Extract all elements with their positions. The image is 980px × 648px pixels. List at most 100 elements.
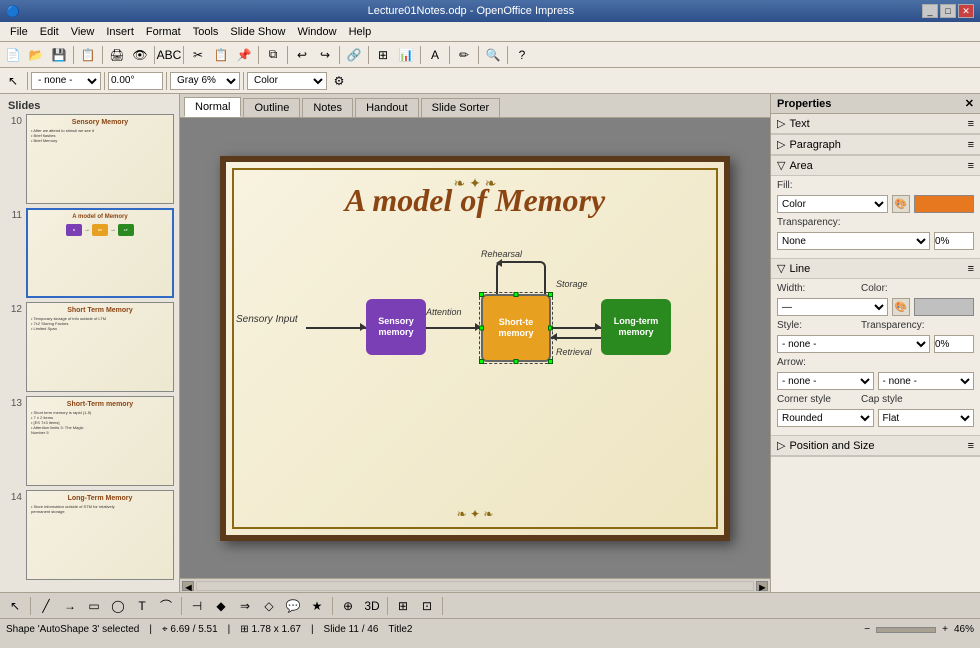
menu-window[interactable]: Window [291,24,342,40]
slide-preview-14[interactable]: Long-Term Memory • Store information out… [26,490,174,580]
slide-thumb-13[interactable]: 13 Short-Term memory • Short term memory… [4,396,175,486]
menu-view[interactable]: View [65,24,101,40]
slide-preview-13[interactable]: Short-Term memory • Short term memory is… [26,396,174,486]
menu-insert[interactable]: Insert [100,24,140,40]
minimize-button[interactable]: _ [922,4,938,18]
style-select[interactable]: Gray 6% [170,72,240,90]
snap-icon[interactable]: ⊕ [337,595,359,617]
undo-icon[interactable]: ↩ [291,44,313,66]
slide-preview-12[interactable]: Short Term Memory • Temporary storage of… [26,302,174,392]
short-term-memory-box[interactable]: Short-tememory [481,294,551,362]
props-section-paragraph-header[interactable]: ▷ Paragraph ≡ [771,135,980,155]
block-arrows-icon[interactable]: ⇒ [234,595,256,617]
tab-normal[interactable]: Normal [184,97,241,117]
zoom-in-btn[interactable]: + [942,624,948,635]
line-menu-icon[interactable]: ≡ [968,263,974,275]
tab-outline[interactable]: Outline [243,98,300,117]
paste-icon[interactable]: 📌 [233,44,255,66]
menu-format[interactable]: Format [140,24,187,40]
zoom-slider[interactable] [876,627,936,633]
flowchart-icon[interactable]: ◇ [258,595,280,617]
fill-select[interactable]: Color [247,72,327,90]
tab-slide-sorter[interactable]: Slide Sorter [421,98,500,117]
scroll-right-btn[interactable]: ► [756,581,768,591]
cut-icon[interactable]: ✂ [187,44,209,66]
long-term-memory-box[interactable]: Long-termmemory [601,299,671,355]
transparency-type-select[interactable]: None [777,232,930,250]
align-icon[interactable]: ⊞ [392,595,414,617]
props-section-area-header[interactable]: ▽ Area ≡ [771,156,980,176]
fill-color-box[interactable] [914,195,974,213]
basic-shapes-icon[interactable]: ◆ [210,595,232,617]
redo-icon[interactable]: ↪ [314,44,336,66]
callouts-icon[interactable]: 💬 [282,595,304,617]
props-section-line-header[interactable]: ▽ Line ≡ [771,259,980,279]
find-icon[interactable]: 🔍 [482,44,504,66]
export-pdf-icon[interactable]: 📋 [77,44,99,66]
zoom-select[interactable]: - none - [31,72,101,90]
text-tool-icon[interactable]: T [131,595,153,617]
text-menu-icon[interactable]: ≡ [968,118,974,130]
slide-thumb-14[interactable]: 14 Long-Term Memory • Store information … [4,490,175,580]
bezier-tool-icon[interactable]: ⌒ [155,595,177,617]
slide-thumb-11[interactable]: 11 A model of Memory S → ST → LT [4,208,175,298]
line-style-select[interactable]: - none - [777,335,930,353]
rect-tool-icon[interactable]: ▭ [83,595,105,617]
props-section-position-size-header[interactable]: ▷ Position and Size ≡ [771,436,980,456]
sensory-memory-box[interactable]: Sensorymemory [366,299,426,355]
maximize-button[interactable]: □ [940,4,956,18]
slide-thumb-10[interactable]: 10 Sensory Memory • After we attend to s… [4,114,175,204]
paragraph-menu-icon[interactable]: ≡ [968,139,974,151]
fill-type-select[interactable]: Color [777,195,888,213]
line-color-picker-icon[interactable]: 🎨 [892,298,910,316]
props-section-text-header[interactable]: ▷ Text ≡ [771,114,980,134]
select-tool-icon[interactable]: ↖ [4,595,26,617]
props-close-icon[interactable]: ✕ [965,97,974,110]
chart-icon[interactable]: 📊 [395,44,417,66]
tab-notes[interactable]: Notes [302,98,353,117]
rotation-input[interactable] [108,72,163,90]
new-icon[interactable]: 📄 [2,44,24,66]
preview-icon[interactable]: 👁 [129,44,151,66]
fontwork-icon[interactable]: A [424,44,446,66]
tab-handout[interactable]: Handout [355,98,419,117]
close-button[interactable]: ✕ [958,4,974,18]
copy-icon[interactable]: 📋 [210,44,232,66]
arrow-end-select[interactable]: - none - [878,372,975,390]
line-tool-icon[interactable]: ╱ [35,595,57,617]
line-color-box[interactable] [914,298,974,316]
3d-icon[interactable]: 3D [361,595,383,617]
group-icon[interactable]: ⊡ [416,595,438,617]
connectors-icon[interactable]: ⊣ [186,595,208,617]
arrow-tool-icon[interactable]: → [59,595,81,617]
scroll-track-h[interactable] [196,581,754,591]
line-transparency-input[interactable] [934,335,974,353]
slide-preview-11[interactable]: A model of Memory S → ST → LT [26,208,174,298]
open-icon[interactable]: 📂 [25,44,47,66]
transparency-value-input[interactable] [934,232,974,250]
settings-icon[interactable]: ⚙ [328,70,350,92]
position-menu-icon[interactable]: ≡ [968,440,974,452]
hyperlink-icon[interactable]: 🔗 [343,44,365,66]
cap-style-select[interactable]: Flat [878,409,975,427]
scroll-left-btn[interactable]: ◄ [182,581,194,591]
table-icon[interactable]: ⊞ [372,44,394,66]
menu-help[interactable]: Help [343,24,378,40]
canvas-scrollbar-h[interactable]: ◄ ► [180,578,770,592]
zoom-out-btn[interactable]: − [864,624,870,635]
slides-panel[interactable]: Slides 10 Sensory Memory • After we atte… [0,94,180,592]
menu-edit[interactable]: Edit [34,24,65,40]
slide-canvas-wrapper[interactable]: ❧ ✦ ❧ ❧ ✦ ❧ A model of Memory Sensory In… [180,118,770,578]
ellipse-tool-icon[interactable]: ◯ [107,595,129,617]
menu-tools[interactable]: Tools [187,24,225,40]
help-icon[interactable]: ? [511,44,533,66]
clone-icon[interactable]: ⧉ [262,44,284,66]
menu-file[interactable]: File [4,24,34,40]
line-width-select[interactable]: — [777,298,888,316]
spellcheck-icon[interactable]: ABC [158,44,180,66]
area-menu-icon[interactable]: ≡ [968,160,974,172]
menu-slideshow[interactable]: Slide Show [224,24,291,40]
slide-preview-10[interactable]: Sensory Memory • After we attend to stim… [26,114,174,204]
corner-style-select[interactable]: Rounded [777,409,874,427]
save-icon[interactable]: 💾 [48,44,70,66]
